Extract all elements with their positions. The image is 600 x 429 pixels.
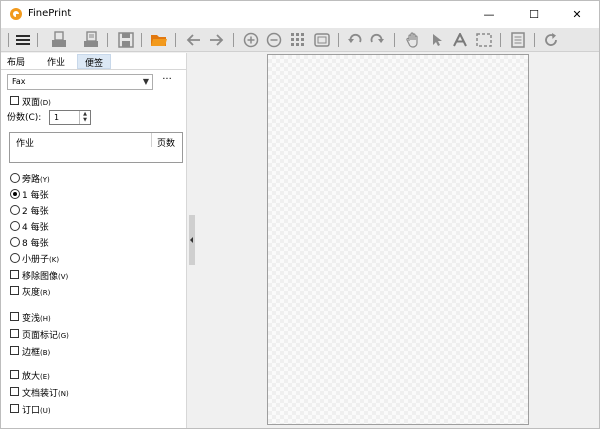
toolbar-separator — [8, 33, 9, 47]
grayscale-label: 灰度(R) — [22, 288, 51, 298]
tab-layout[interactable]: 布局 — [7, 54, 25, 69]
job-list[interactable]: 作业 页数 — [9, 132, 183, 163]
tab-bar: 布局 作业 便签 — [1, 53, 187, 69]
job-column-header: 作业 — [16, 139, 35, 149]
refresh-icon[interactable] — [541, 30, 561, 50]
title-bar: FinePrint — ☐ ✕ — [1, 1, 599, 28]
zoom-out-icon[interactable] — [264, 30, 284, 50]
duplex-checkbox[interactable] — [10, 96, 19, 105]
enlarge-label: 放大(E) — [22, 372, 50, 382]
layout-radio-8up[interactable] — [10, 237, 20, 247]
border-label: 边框(B) — [22, 348, 51, 358]
layout-tab-body: Fax ▼ ··· 双面(D) 份数(C): 1 ▲ ▼ 作业 页数 旁路(Y)… — [1, 69, 187, 428]
fineprint-logo-icon — [10, 8, 22, 20]
toolbar-separator — [500, 33, 501, 47]
maximize-button[interactable]: ☐ — [512, 1, 556, 28]
layout-label-1up: 1 每张 — [22, 191, 49, 201]
save-icon[interactable] — [116, 30, 136, 50]
undo-icon[interactable] — [345, 30, 365, 50]
page-preview[interactable] — [267, 54, 529, 425]
layout-radio-4up[interactable] — [10, 221, 20, 231]
layout-label-booklet: 小册子(K) — [22, 255, 60, 265]
spin-down-icon[interactable]: ▼ — [80, 117, 90, 123]
copies-spinner[interactable]: ▲ ▼ — [79, 111, 90, 124]
lighten-label: 变浅(H) — [22, 314, 51, 324]
page-marks-checkbox[interactable] — [10, 329, 19, 338]
layout-radio-bypass[interactable] — [10, 173, 20, 183]
layout-radio-booklet[interactable] — [10, 253, 20, 263]
select-icon[interactable] — [474, 30, 494, 50]
minimize-button[interactable]: — — [467, 1, 511, 28]
copies-label: 份数(C): — [7, 113, 42, 123]
gutter-label: 订口(U) — [22, 406, 51, 416]
remove-images-checkbox[interactable] — [10, 270, 19, 279]
toolbar — [1, 28, 599, 52]
open-folder-icon[interactable] — [149, 30, 169, 50]
layout-radio-1up[interactable] — [10, 189, 20, 199]
printer-select-value: Fax — [12, 77, 26, 86]
toolbar-separator — [141, 33, 142, 47]
redo-icon[interactable] — [367, 30, 387, 50]
note-icon[interactable] — [508, 30, 528, 50]
app-window: FinePrint — ☐ ✕ 布局 作业 便签 Fax ▼ ··· 双面(D)… — [0, 0, 600, 429]
pages-column-header: 页数 — [157, 139, 176, 149]
layout-label-2up: 2 每张 — [22, 207, 49, 217]
toolbar-separator — [233, 33, 234, 47]
printer-more-button[interactable]: ··· — [159, 74, 175, 90]
toolbar-separator — [175, 33, 176, 47]
toolbar-separator — [107, 33, 108, 47]
remove-images-label: 移除图像(V) — [22, 272, 69, 282]
chevron-down-icon: ▼ — [142, 77, 149, 86]
gutter-checkbox[interactable] — [10, 404, 19, 413]
window-title: FinePrint — [28, 8, 72, 19]
lighten-checkbox[interactable] — [10, 312, 19, 321]
duplex-label: 双面(D) — [22, 98, 51, 108]
hand-icon[interactable] — [403, 30, 423, 50]
layout-label-bypass: 旁路(Y) — [22, 175, 50, 185]
text-icon[interactable] — [450, 30, 470, 50]
settings-panel: 布局 作业 便签 Fax ▼ ··· 双面(D) 份数(C): 1 ▲ ▼ 作业… — [1, 53, 187, 428]
binding-label: 文档装订(N) — [22, 389, 69, 399]
border-checkbox[interactable] — [10, 346, 19, 355]
tab-note[interactable]: 便签 — [77, 54, 111, 69]
back-arrow-icon[interactable] — [183, 30, 203, 50]
printer-options-icon[interactable] — [81, 30, 101, 50]
toolbar-separator — [37, 33, 38, 47]
forward-arrow-icon[interactable] — [207, 30, 227, 50]
print-icon[interactable] — [49, 30, 69, 50]
toolbar-separator — [534, 33, 535, 47]
toolbar-separator — [394, 33, 395, 47]
toolbar-separator — [338, 33, 339, 47]
close-button[interactable]: ✕ — [555, 1, 599, 28]
binding-checkbox[interactable] — [10, 387, 19, 396]
fit-page-icon[interactable] — [312, 30, 332, 50]
menu-icon[interactable] — [13, 30, 33, 50]
layout-label-8up: 8 每张 — [22, 239, 49, 249]
page-marks-label: 页面标记(G) — [22, 331, 69, 341]
preview-area[interactable] — [195, 53, 599, 428]
layout-label-4up: 4 每张 — [22, 223, 49, 233]
zoom-in-icon[interactable] — [241, 30, 261, 50]
grid-icon[interactable] — [288, 30, 308, 50]
pointer-icon[interactable] — [427, 30, 447, 50]
printer-select[interactable]: Fax ▼ — [7, 74, 153, 90]
grayscale-checkbox[interactable] — [10, 286, 19, 295]
enlarge-checkbox[interactable] — [10, 370, 19, 379]
column-divider — [151, 133, 152, 147]
tab-job[interactable]: 作业 — [47, 54, 65, 69]
layout-radio-2up[interactable] — [10, 205, 20, 215]
panel-splitter[interactable] — [188, 53, 195, 428]
